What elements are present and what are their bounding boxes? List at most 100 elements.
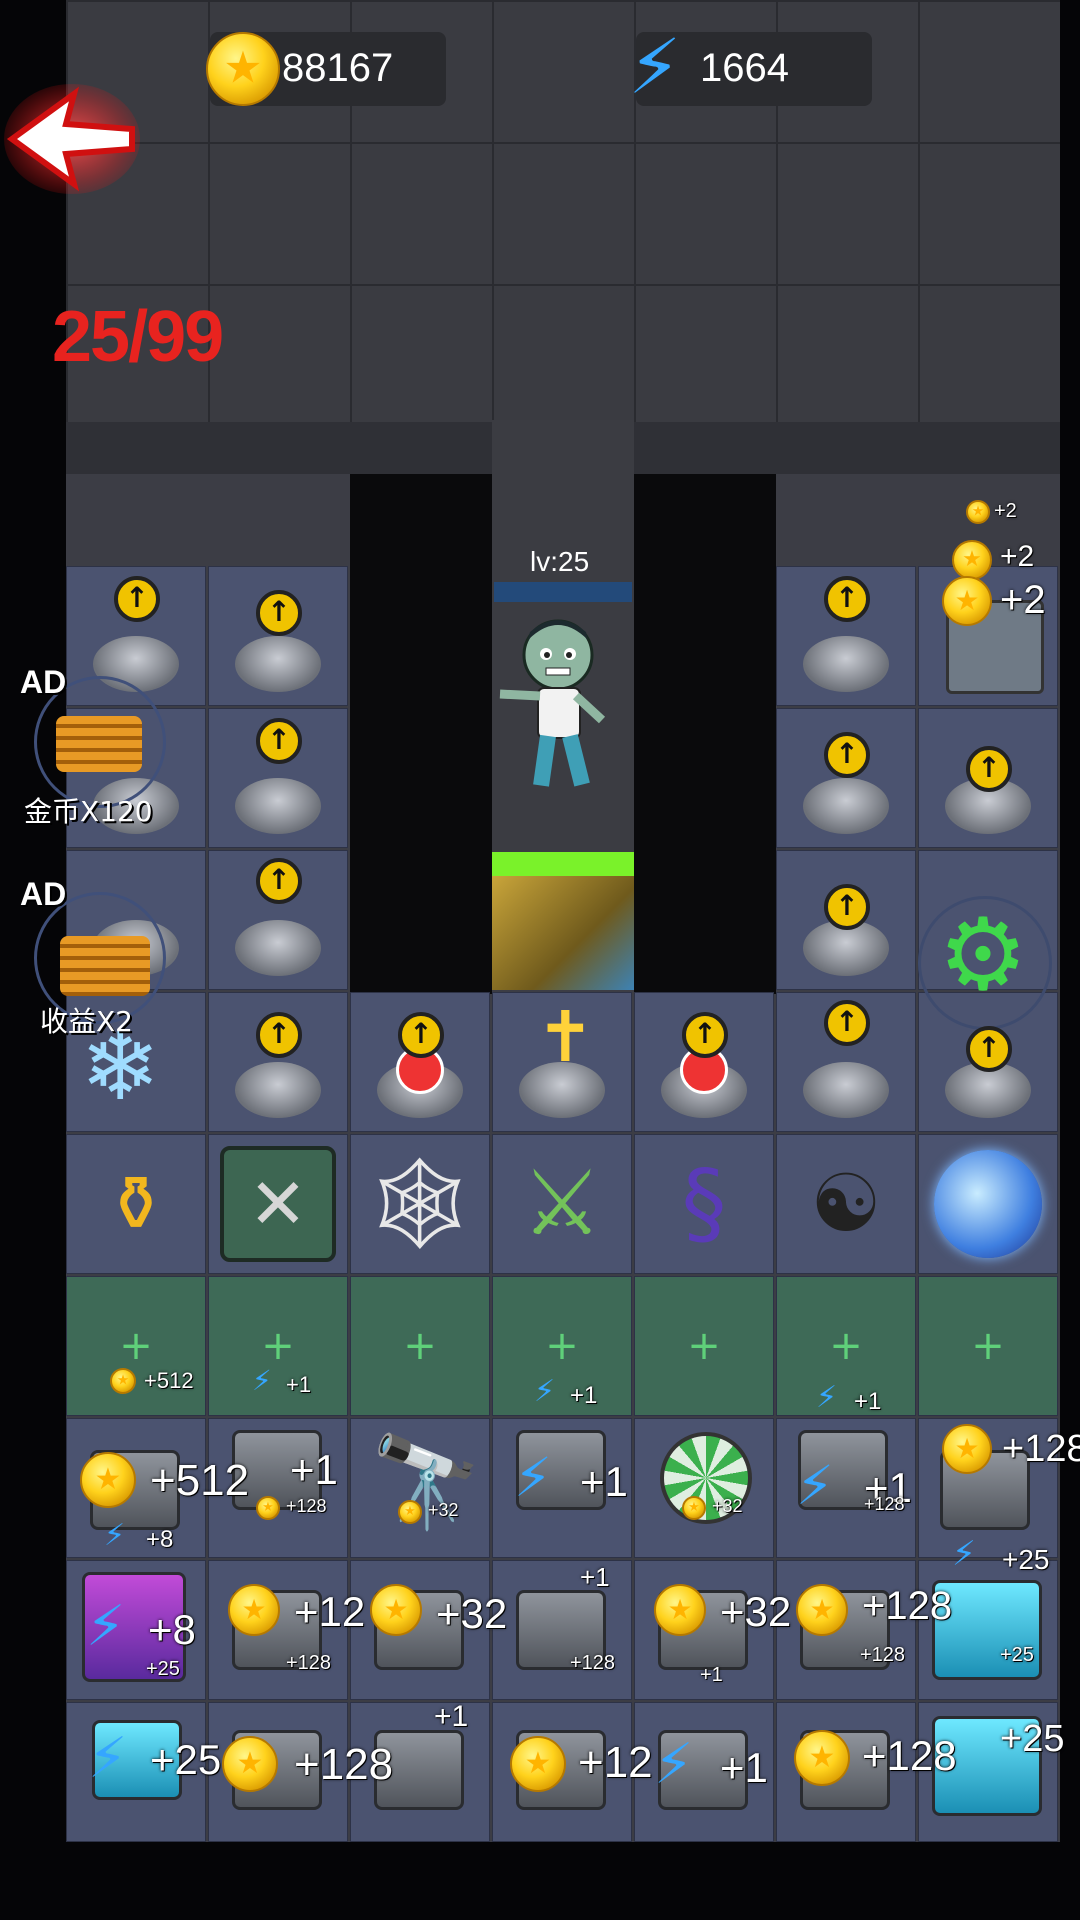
bonus-label: +1 — [580, 1458, 628, 1505]
bonus-label: +32 — [720, 1588, 792, 1635]
bonus-label: +1 — [570, 1382, 598, 1409]
coin-icon — [228, 1584, 280, 1636]
bonus-label: +512 — [144, 1368, 194, 1393]
energy-bolt-icon: ⚡ — [88, 1726, 128, 1791]
bonus-label: +25 — [146, 1658, 180, 1680]
bonus-label: +25 — [1000, 1718, 1065, 1760]
coin-icon — [206, 32, 280, 106]
gear-icon: ⚙ — [938, 896, 1028, 1013]
bonus-label: +8 — [148, 1606, 196, 1653]
holy-cross-icon: ✝ — [536, 996, 595, 1078]
telescope-icon: 🔭 — [370, 1430, 483, 1535]
turret — [235, 636, 321, 692]
bonus-label: +128 — [286, 1496, 327, 1516]
bonus-label: +1 — [286, 1372, 312, 1397]
bonus-label: +32 — [712, 1496, 743, 1516]
turret — [235, 778, 321, 834]
energy-bolt-icon: ⚡ — [86, 1594, 126, 1659]
bonus-label: +128 — [286, 1652, 332, 1674]
lightning-orb-icon — [934, 1150, 1042, 1258]
upgrade-arrow-icon[interactable]: ↑ — [824, 576, 870, 622]
add-icon: + — [971, 1323, 1005, 1369]
add-icon: + — [403, 1323, 437, 1369]
ad-label: 金币X120 — [24, 795, 153, 828]
energy-count: 1664 — [700, 46, 789, 90]
turret — [235, 1062, 321, 1118]
bonus-label: +2 — [1000, 540, 1035, 573]
bonus-label: +1 — [434, 1700, 469, 1733]
bonus-label: +1 — [700, 1664, 723, 1686]
coin-icon — [966, 500, 990, 524]
bonus-label: +12 — [294, 1588, 366, 1635]
upgrade-arrow-icon[interactable]: ↑ — [824, 732, 870, 778]
left-pit — [350, 474, 492, 994]
coin-count: 88167 — [282, 46, 394, 90]
coin-icon — [256, 1496, 280, 1520]
right-pit — [634, 474, 776, 994]
bonus-label: +128 — [862, 1584, 953, 1628]
bonus-label: +128 — [1002, 1428, 1080, 1470]
back-arrow-icon[interactable] — [4, 84, 140, 194]
upgrade-arrow-icon[interactable]: ↑ — [398, 1012, 444, 1058]
repair-tools-icon: ✕ — [220, 1146, 336, 1262]
bonus-label: +2 — [994, 500, 1017, 522]
upgrade-arrow-icon[interactable]: ↑ — [256, 590, 302, 636]
gold-pot-icon: ⚱ — [104, 1159, 168, 1248]
enemy-level: lv:25 — [530, 546, 590, 577]
upgrade-arrow-icon[interactable]: ↑ — [966, 746, 1012, 792]
coin-icon — [942, 576, 992, 626]
bonus-label: +128 — [570, 1652, 616, 1674]
ad-label: 收益X2 — [40, 1005, 133, 1038]
upgrade-arrow-icon[interactable]: ↑ — [966, 1026, 1012, 1072]
income-chart-icon — [60, 936, 150, 996]
thorn-vine-icon: § — [681, 1151, 727, 1256]
energy-bolt-icon: ⚡ — [252, 1364, 272, 1397]
wave-counter: 25/99 — [52, 297, 224, 377]
enemy-health-bar — [494, 582, 632, 602]
coin-icon — [654, 1584, 706, 1636]
turret — [803, 1062, 889, 1118]
upgrade-arrow-icon[interactable]: ↑ — [256, 858, 302, 904]
energy-bolt-icon: ⚡ — [534, 1374, 556, 1409]
zombie-enemy — [499, 619, 606, 787]
upgrade-arrow-icon[interactable]: ↑ — [824, 1000, 870, 1046]
coin-icon — [952, 540, 992, 580]
upgrade-arrow-icon[interactable]: ↑ — [682, 1012, 728, 1058]
bonus-label: +12 — [578, 1738, 653, 1787]
ad-badge: AD — [20, 664, 67, 700]
bonus-label: +1 — [290, 1446, 338, 1493]
energy-bolt-icon: ⚡ — [952, 1534, 976, 1574]
bonus-label: +1 — [854, 1388, 882, 1415]
coin-icon — [398, 1500, 422, 1524]
bonus-label: +128 — [860, 1644, 906, 1666]
coin-icon — [794, 1730, 850, 1786]
add-icon: + — [687, 1323, 721, 1369]
add-icon: + — [545, 1323, 579, 1369]
upgrade-arrow-icon[interactable]: ↑ — [114, 576, 160, 622]
spider-web-icon: 🕸 — [362, 1151, 478, 1256]
upgrade-arrow-icon[interactable]: ↑ — [824, 884, 870, 930]
bonus-label: +128 — [862, 1732, 957, 1779]
upgrade-arrow-icon[interactable]: ↑ — [256, 718, 302, 764]
coin-icon — [370, 1584, 422, 1636]
bonus-label: +2 — [1000, 578, 1046, 622]
yin-yang-bagua-icon: ☯ — [810, 1157, 882, 1250]
add-icon: + — [261, 1323, 295, 1369]
bonus-label: +25 — [1002, 1544, 1050, 1575]
coin-icon — [942, 1424, 992, 1474]
bonus-label: +1 — [580, 1562, 610, 1592]
energy-bolt-icon: ⚡ — [514, 1446, 552, 1509]
energy-bolt-icon: ⚡ — [104, 1518, 126, 1553]
coin-icon — [110, 1368, 136, 1394]
bonus-label: +32 — [428, 1500, 459, 1520]
bonus-label: +1 — [720, 1744, 768, 1791]
energy-bolt-icon: ⚡ — [654, 1732, 694, 1797]
bonus-label: +128 — [294, 1740, 394, 1789]
add-icon: + — [829, 1323, 863, 1369]
ad-badge: AD — [20, 876, 67, 912]
add-icon: + — [119, 1323, 153, 1369]
coin-icon — [80, 1452, 136, 1508]
upgrade-arrow-icon[interactable]: ↑ — [256, 1012, 302, 1058]
energy-bolt-icon: ⚡ — [816, 1380, 838, 1415]
bonus-label: +25 — [1000, 1644, 1034, 1666]
